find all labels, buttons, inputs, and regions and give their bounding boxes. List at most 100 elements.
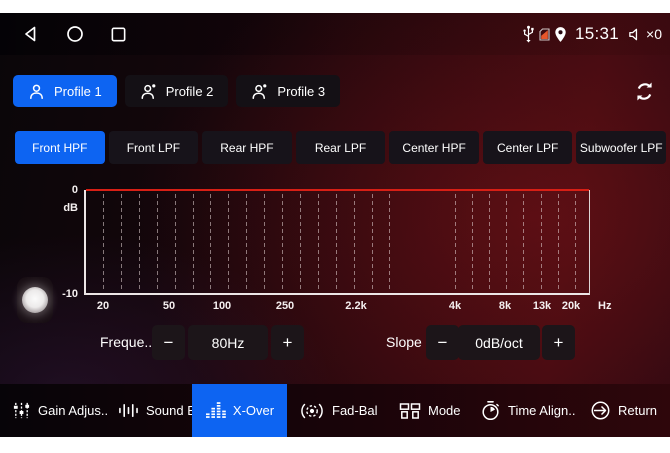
x-tick-label: 20 bbox=[97, 300, 109, 312]
filter-tab-label: Front HPF bbox=[32, 141, 87, 155]
fad-bal-icon bbox=[299, 401, 325, 421]
home-icon[interactable] bbox=[66, 25, 84, 43]
profile-tab-1[interactable]: Profile 1 bbox=[13, 75, 117, 107]
gridline bbox=[575, 194, 576, 292]
profile-tab-2[interactable]: Profile 2 bbox=[125, 75, 229, 107]
sound-effects-icon bbox=[117, 401, 139, 420]
gain-adjust-icon bbox=[12, 401, 31, 420]
profile-tabs: Profile 1 Profile 2 Profile 3 bbox=[13, 75, 340, 107]
gridline bbox=[372, 194, 373, 292]
profile-tab-3[interactable]: Profile 3 bbox=[236, 75, 340, 107]
x-tick-label: 13k bbox=[533, 300, 551, 312]
gridline bbox=[558, 194, 559, 292]
person-badge-icon bbox=[251, 83, 268, 100]
nav-label: Time Align.. bbox=[508, 403, 575, 418]
gridline bbox=[228, 194, 229, 292]
frequency-label: Freque.. bbox=[100, 325, 152, 360]
volume-level: ×0 bbox=[646, 26, 662, 42]
gridline bbox=[121, 194, 122, 292]
nav-mode[interactable]: Mode bbox=[399, 384, 461, 437]
x-tick-label: 50 bbox=[163, 300, 175, 312]
profile-tab-label: Profile 2 bbox=[166, 84, 214, 99]
filter-tab-label: Rear HPF bbox=[220, 141, 273, 155]
nav-label: Fad-Bal bbox=[332, 403, 378, 418]
gridline bbox=[455, 194, 456, 292]
back-icon[interactable] bbox=[22, 25, 40, 43]
gridline bbox=[318, 194, 319, 292]
gridline bbox=[506, 194, 507, 292]
volume-muted-icon bbox=[628, 27, 643, 42]
x-tick-label: 100 bbox=[213, 300, 231, 312]
filter-tab-center-hpf[interactable]: Center HPF bbox=[389, 131, 479, 164]
reset-button[interactable] bbox=[631, 78, 657, 104]
frequency-minus-button[interactable]: − bbox=[152, 325, 185, 360]
slope-label: Slope bbox=[386, 325, 422, 360]
gridline bbox=[210, 194, 211, 292]
x-tick-label: 2.2k bbox=[345, 300, 366, 312]
gridline bbox=[541, 194, 542, 292]
filter-tab-rear-lpf[interactable]: Rear LPF bbox=[296, 131, 386, 164]
filter-tab-label: Subwoofer LPF bbox=[580, 141, 663, 155]
status-bar: 15:31 ×0 bbox=[0, 13, 670, 55]
filter-tab-label: Center HPF bbox=[402, 141, 465, 155]
gridline bbox=[523, 194, 524, 292]
gridline bbox=[489, 194, 490, 292]
gridline bbox=[193, 194, 194, 292]
gridline bbox=[282, 194, 283, 292]
response-curve bbox=[86, 189, 589, 191]
filter-tab-front-hpf[interactable]: Front HPF bbox=[15, 131, 105, 164]
knob-indicator bbox=[22, 287, 48, 313]
nav-fad-bal[interactable]: Fad-Bal bbox=[299, 384, 378, 437]
mode-icon bbox=[399, 401, 421, 421]
filter-tab-label: Center LPF bbox=[497, 141, 558, 155]
y-axis-unit: dB bbox=[50, 202, 78, 214]
crossover-controls: Freque.. − 80Hz + Slope − 0dB/oct + bbox=[0, 325, 670, 361]
slope-value: 0dB/oct bbox=[458, 325, 540, 360]
x-over-icon bbox=[205, 401, 226, 420]
usb-icon bbox=[522, 25, 535, 43]
status-time: 15:31 bbox=[575, 24, 619, 44]
gridline bbox=[472, 194, 473, 292]
bottom-nav-bar: Gain Adjus..Sound Effe..X-OverFad-BalMod… bbox=[0, 384, 670, 437]
person-icon bbox=[28, 83, 45, 100]
y-tick-minus10: -10 bbox=[50, 288, 78, 300]
frequency-plus-button[interactable]: + bbox=[271, 325, 304, 360]
return-icon bbox=[590, 400, 611, 421]
filter-tab-rear-hpf[interactable]: Rear HPF bbox=[202, 131, 292, 164]
nav-label: Return bbox=[618, 403, 657, 418]
android-nav-buttons bbox=[22, 25, 127, 43]
x-tick-label: 8k bbox=[499, 300, 511, 312]
filter-tab-front-lpf[interactable]: Front LPF bbox=[109, 131, 199, 164]
volume-knob[interactable] bbox=[17, 277, 53, 323]
frequency-value: 80Hz bbox=[188, 325, 268, 360]
nav-return[interactable]: Return bbox=[590, 384, 657, 437]
time-align-icon bbox=[480, 400, 501, 421]
gridline bbox=[139, 194, 140, 292]
person-badge-icon bbox=[140, 83, 157, 100]
gridline bbox=[389, 194, 390, 292]
filter-tab-center-lpf[interactable]: Center LPF bbox=[483, 131, 573, 164]
nav-time-align[interactable]: Time Align.. bbox=[480, 384, 575, 437]
nav-x-over[interactable]: X-Over bbox=[192, 384, 287, 437]
filter-tab-label: Front LPF bbox=[127, 141, 180, 155]
profile-tab-label: Profile 3 bbox=[277, 84, 325, 99]
recents-icon[interactable] bbox=[110, 25, 127, 43]
location-icon bbox=[554, 26, 567, 43]
x-tick-label: 20k bbox=[562, 300, 580, 312]
gridline bbox=[300, 194, 301, 292]
gridline bbox=[264, 194, 265, 292]
screen: 15:31 ×0 Profile 1 Profile 2 Profile 3 Fro… bbox=[0, 13, 670, 437]
slope-minus-button[interactable]: − bbox=[426, 325, 459, 360]
profile-tab-label: Profile 1 bbox=[54, 84, 102, 99]
gridline bbox=[103, 194, 104, 292]
y-tick-zero: 0 bbox=[50, 184, 78, 196]
gridline bbox=[175, 194, 176, 292]
slope-plus-button[interactable]: + bbox=[542, 325, 575, 360]
nav-label: Mode bbox=[428, 403, 461, 418]
filter-tab-subwoofer-lpf[interactable]: Subwoofer LPF bbox=[576, 131, 666, 164]
plot-area bbox=[84, 190, 590, 295]
nav-gain-adjus[interactable]: Gain Adjus.. bbox=[12, 384, 108, 437]
gridline bbox=[246, 194, 247, 292]
gridline bbox=[336, 194, 337, 292]
status-indicators: 15:31 ×0 bbox=[522, 13, 662, 55]
